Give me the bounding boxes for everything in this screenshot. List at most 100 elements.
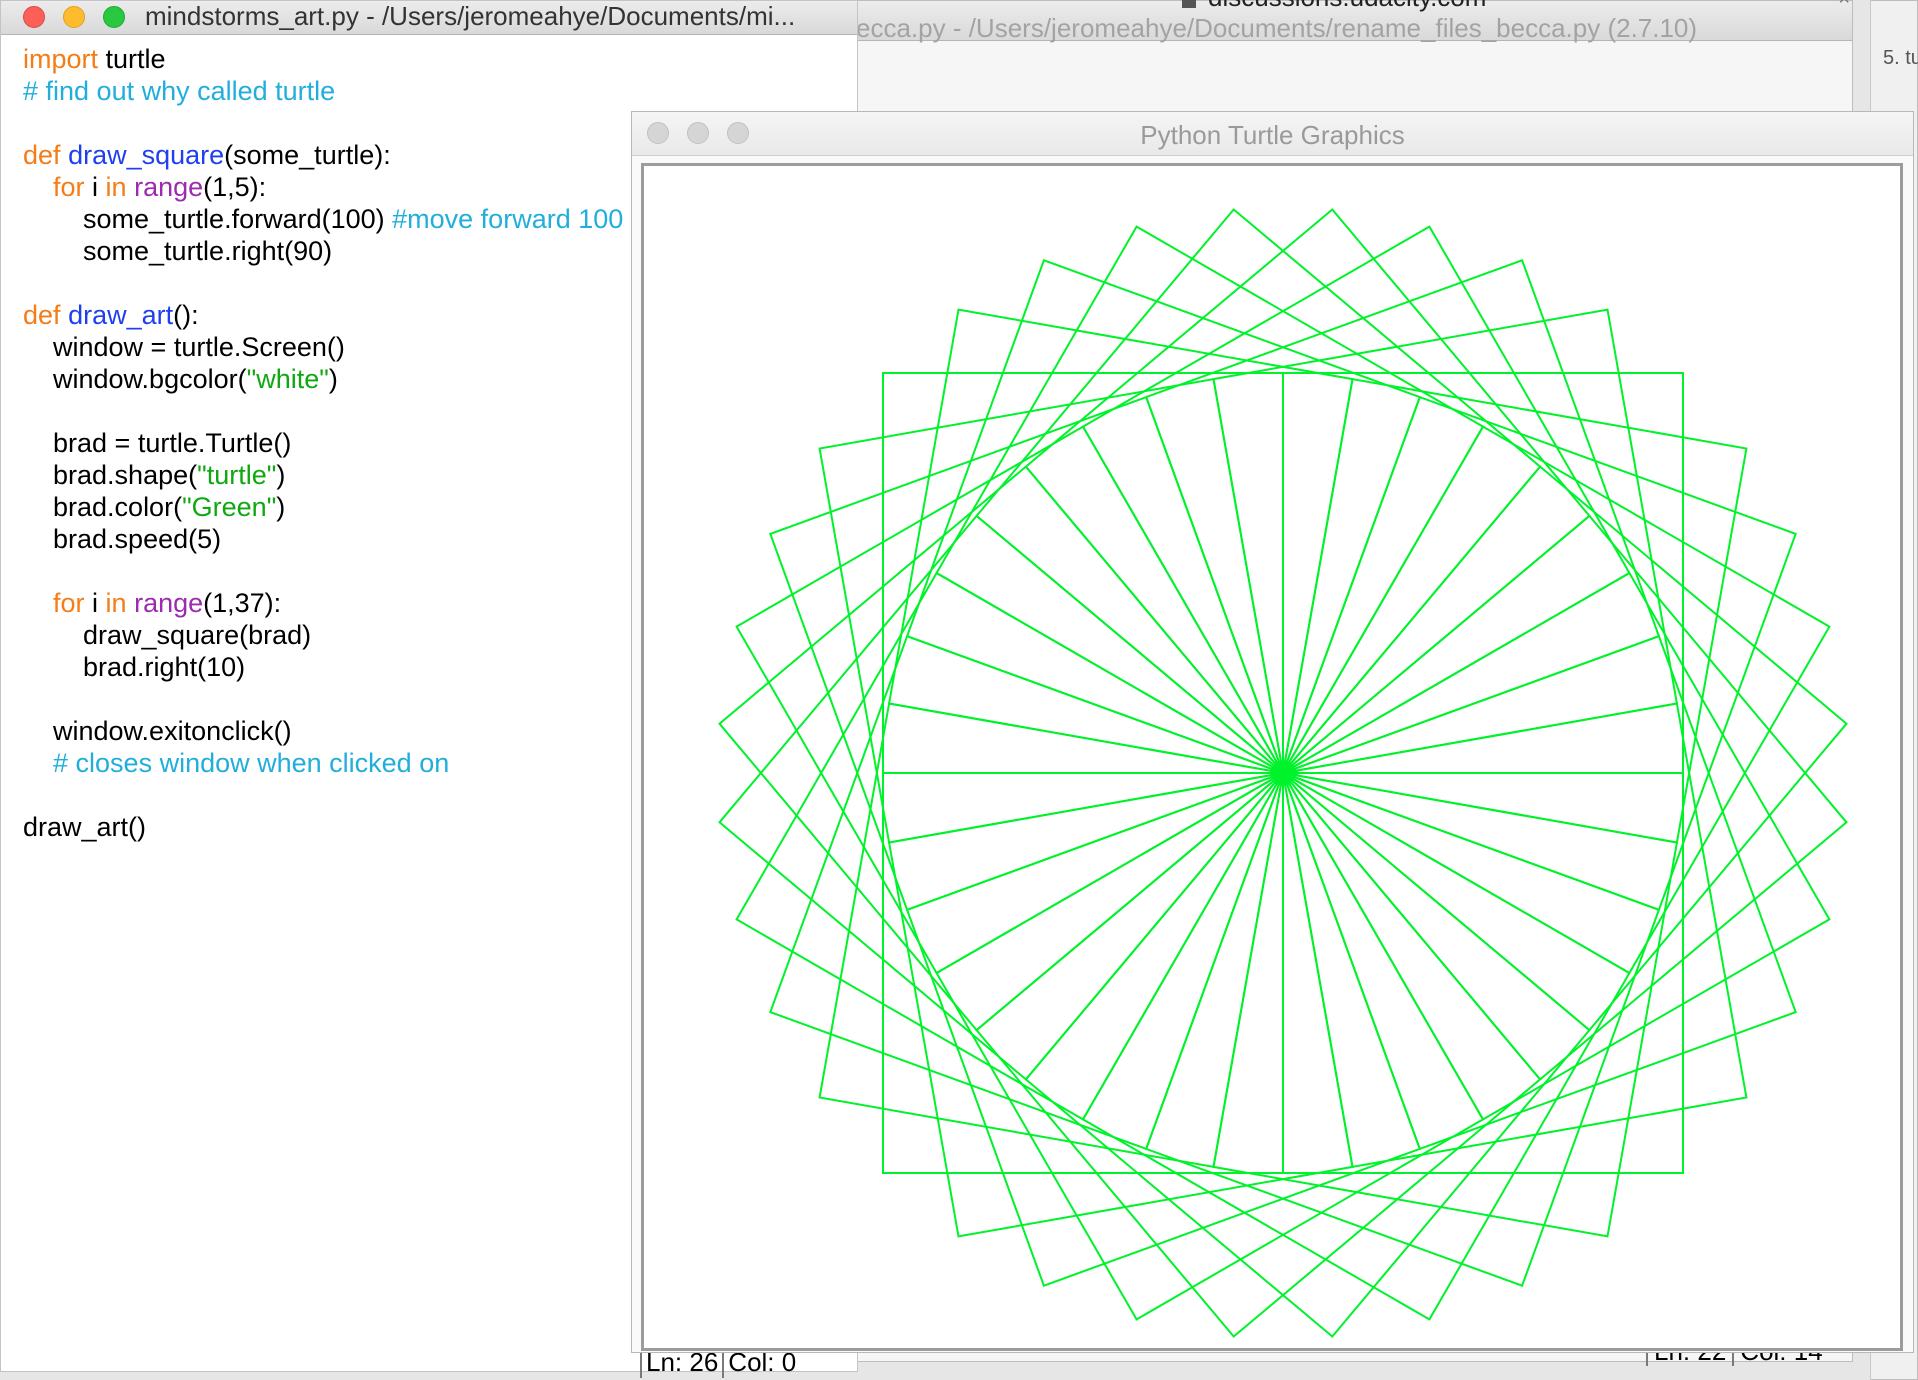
editor-titlebar[interactable]: mindstorms_art.py - /Users/jeromeahye/Do… xyxy=(1,1,857,35)
close-button[interactable] xyxy=(23,6,45,28)
code-token: i xyxy=(84,588,106,618)
turtle-canvas[interactable] xyxy=(641,163,1903,1351)
code-token: draw_square xyxy=(68,140,225,170)
turtle-square xyxy=(1081,772,1631,1321)
turtle-window-titlebar[interactable]: Python Turtle Graphics xyxy=(632,112,1913,156)
code-token: (1,37): xyxy=(203,588,282,618)
code-token: range xyxy=(134,588,204,618)
turtle-graphics-window[interactable]: Python Turtle Graphics xyxy=(631,111,1914,1353)
code-token: some_turtle.forward(100) xyxy=(23,204,393,234)
code-line[interactable]: draw_art() xyxy=(23,811,623,843)
code-line[interactable]: some_turtle.right(90) xyxy=(23,235,623,267)
code-token: (1,5): xyxy=(203,172,267,202)
code-token: # find out why called turtle xyxy=(23,76,336,106)
code-line[interactable]: window.bgcolor("white") xyxy=(23,363,623,395)
editor-title: mindstorms_art.py - /Users/jeromeahye/Do… xyxy=(145,1,796,31)
turtle-square xyxy=(1144,772,1661,1287)
code-token: in xyxy=(105,172,127,202)
turtle-square xyxy=(1282,425,1831,975)
code-line[interactable]: window = turtle.Screen() xyxy=(23,331,623,363)
code-line[interactable]: for i in range(1,5): xyxy=(23,171,623,203)
turtle-square xyxy=(735,571,1284,1121)
code-token: def xyxy=(23,140,61,170)
turtle-square xyxy=(1282,571,1831,1121)
code-line[interactable] xyxy=(23,555,623,587)
code-token: def xyxy=(23,300,61,330)
code-token: i xyxy=(84,172,106,202)
browser-tab-title: discussions.udacity.com xyxy=(1208,0,1486,12)
code-line[interactable] xyxy=(23,395,623,427)
page-icon xyxy=(1182,0,1196,8)
turtle-square xyxy=(718,514,1284,1081)
code-token: for xyxy=(53,588,85,618)
code-token: turtle xyxy=(98,44,166,74)
code-token: # closes window when clicked on xyxy=(53,748,450,778)
code-token: brad = turtle.Turtle() xyxy=(23,428,292,458)
code-line[interactable]: some_turtle.forward(100) #move forward 1… xyxy=(23,203,623,235)
code-token: #move forward 100 xyxy=(392,204,624,234)
code-line[interactable] xyxy=(23,683,623,715)
background-window-title: ecca.py - /Users/jeromeahye/Documents/re… xyxy=(856,13,1698,43)
turtle-square xyxy=(1081,225,1631,774)
code-token: window = turtle.Screen() xyxy=(23,332,345,362)
code-line[interactable]: brad.right(10) xyxy=(23,651,623,683)
code-line[interactable]: brad.speed(5) xyxy=(23,523,623,555)
code-line[interactable] xyxy=(23,779,623,811)
code-line[interactable]: def draw_art(): xyxy=(23,299,623,331)
minimize-button[interactable] xyxy=(63,6,85,28)
turtle-square xyxy=(975,208,1542,774)
code-token: ) xyxy=(276,492,286,522)
code-line[interactable]: import turtle xyxy=(23,43,623,75)
code-token: "white" xyxy=(246,364,329,394)
code-token: brad.right(10) xyxy=(23,652,246,682)
code-line[interactable]: def draw_square(some_turtle): xyxy=(23,139,623,171)
turtle-square xyxy=(1282,465,1848,1032)
code-line[interactable]: # find out why called turtle xyxy=(23,75,623,107)
turtle-window-title: Python Turtle Graphics xyxy=(1140,120,1405,150)
turtle-square xyxy=(769,395,1284,912)
code-token: (): xyxy=(173,300,199,330)
code-token: import xyxy=(23,44,99,74)
code-token: for xyxy=(53,172,85,202)
code-token: draw_art() xyxy=(23,812,147,842)
turtle-square xyxy=(905,772,1422,1287)
code-line[interactable]: # closes window when clicked on xyxy=(23,747,623,779)
turtle-square xyxy=(1024,208,1591,774)
code-token: window.exitonclick() xyxy=(23,716,292,746)
code-line[interactable] xyxy=(23,267,623,299)
code-line[interactable]: draw_square(brad) xyxy=(23,619,623,651)
code-token: "Green" xyxy=(182,492,277,522)
code-token: some_turtle.right(90) xyxy=(23,236,333,266)
code-line[interactable]: brad.color("Green") xyxy=(23,491,623,523)
code-token: "turtle" xyxy=(197,460,277,490)
code-line[interactable] xyxy=(23,107,623,139)
code-line[interactable]: window.exitonclick() xyxy=(23,715,623,747)
code-token: brad.color( xyxy=(23,492,183,522)
code-token: draw_art xyxy=(68,300,174,330)
turtle-square xyxy=(1282,514,1848,1081)
browser-tab-fragment[interactable]: discussions.udacity.com × xyxy=(1180,0,1870,12)
code-line[interactable]: brad.shape("turtle") xyxy=(23,459,623,491)
tab-close-icon[interactable]: × xyxy=(1838,0,1850,11)
code-token: brad.shape( xyxy=(23,460,198,490)
turtle-square xyxy=(1282,395,1797,912)
code-token: ) xyxy=(328,364,338,394)
turtle-square xyxy=(1282,634,1797,1151)
turtle-square xyxy=(1024,772,1591,1338)
turtle-square xyxy=(905,259,1422,774)
turtle-square xyxy=(735,425,1284,975)
code-line[interactable]: brad = turtle.Turtle() xyxy=(23,427,623,459)
maximize-button[interactable] xyxy=(103,6,125,28)
code-token: range xyxy=(134,172,204,202)
code-token: in xyxy=(105,588,127,618)
right-edge-window-label: 5. tu xyxy=(1883,47,1918,69)
code-token: (some_turtle): xyxy=(224,140,391,170)
code-area[interactable]: import turtle # find out why called turtl… xyxy=(23,43,623,843)
code-line[interactable]: for i in range(1,37): xyxy=(23,587,623,619)
